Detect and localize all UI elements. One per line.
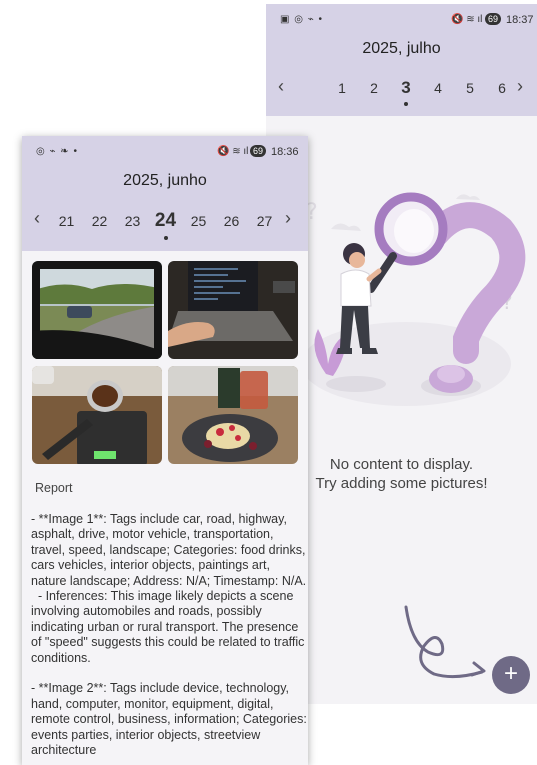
add-pictures-button[interactable]: + [492, 656, 530, 694]
calendar-header: ▣ ◎ ⌁ • 🔇 ≋ ıl 69 18:37 2025, julho ‹ 1 … [266, 4, 537, 116]
report-body: - **Image 1**: Tags include car, road, h… [31, 512, 307, 758]
status-time: 18:37 [506, 14, 534, 26]
report-title: Report [35, 481, 73, 495]
battery-badge: 69 [485, 13, 502, 25]
status-time: 18:36 [271, 146, 299, 158]
prev-week-chevron-icon[interactable]: ‹ [34, 208, 40, 229]
photo-coffee-grinder[interactable] [32, 366, 162, 464]
day-5[interactable]: 5 [454, 80, 486, 96]
day-3-selected[interactable]: 3 [390, 78, 422, 106]
notification-icons: ◎ ⌁ ❧ • [36, 146, 78, 157]
curly-arrow-icon [404, 605, 486, 679]
prev-week-chevron-icon[interactable]: ‹ [278, 76, 284, 97]
day-6[interactable]: 6 [486, 80, 518, 96]
day-23[interactable]: 23 [116, 213, 149, 229]
day-strip: 21 22 23 24 25 26 27 [50, 210, 283, 240]
day-22[interactable]: 22 [83, 213, 116, 229]
day-25[interactable]: 25 [182, 213, 215, 229]
photo-food-plate[interactable] [168, 366, 298, 464]
day-24-selected[interactable]: 24 [149, 210, 182, 240]
day-26[interactable]: 26 [215, 213, 248, 229]
photo-laptop[interactable] [168, 261, 298, 359]
day-1[interactable]: 1 [326, 80, 358, 96]
month-title[interactable]: 2025, julho [266, 40, 537, 58]
day-4[interactable]: 4 [422, 80, 454, 96]
notification-icons: ▣ ◎ ⌁ • [280, 14, 324, 25]
calendar-header: ◎ ⌁ ❧ • 🔇 ≋ ıl 69 18:36 2025, junho ‹ 21… [22, 136, 308, 251]
battery-badge: 69 [250, 145, 267, 157]
day-2[interactable]: 2 [358, 80, 390, 96]
day-21[interactable]: 21 [50, 213, 83, 229]
status-icons: 🔇 ≋ ıl [451, 14, 483, 25]
month-title[interactable]: 2025, junho [22, 172, 308, 190]
day-report-screen: ◎ ⌁ ❧ • 🔇 ≋ ıl 69 18:36 2025, junho ‹ 21… [22, 136, 308, 765]
day-27[interactable]: 27 [248, 213, 281, 229]
next-week-chevron-icon[interactable]: › [285, 208, 291, 229]
day-strip: 1 2 3 4 5 6 [326, 78, 518, 106]
next-week-chevron-icon[interactable]: › [517, 76, 523, 97]
status-icons: 🔇 ≋ ıl [217, 146, 249, 157]
photo-car-road[interactable] [32, 261, 162, 359]
